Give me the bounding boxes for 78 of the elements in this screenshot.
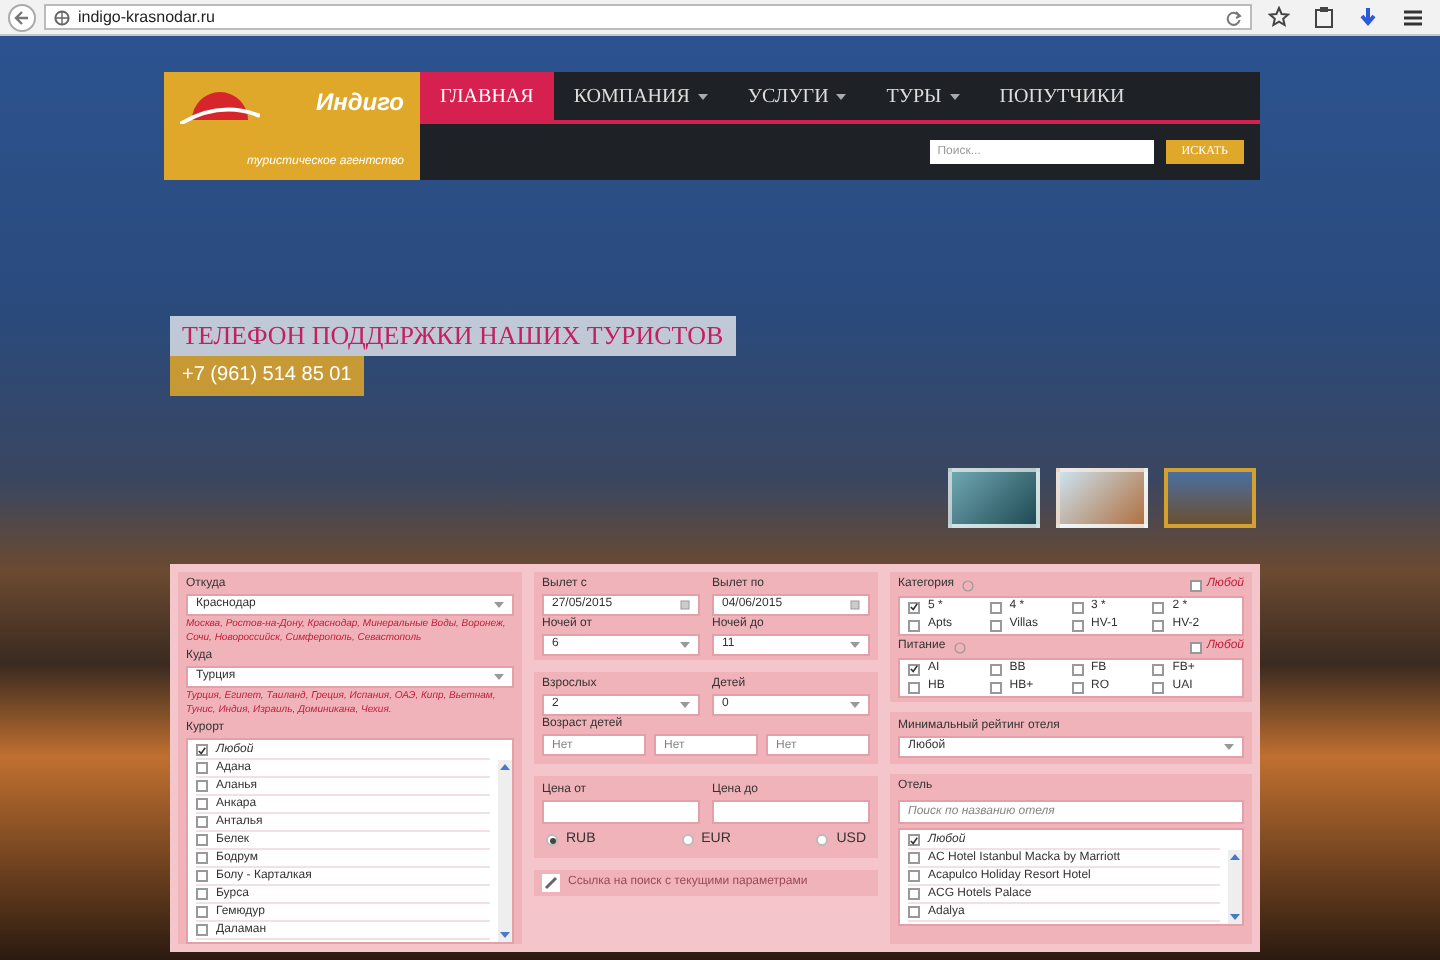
scrollbar[interactable]: [498, 760, 512, 942]
menu-icon: [1402, 7, 1424, 27]
checkbox[interactable]: [908, 619, 920, 631]
checkbox[interactable]: [989, 681, 1002, 693]
checkbox[interactable]: [196, 924, 208, 936]
checkbox[interactable]: [196, 816, 208, 828]
checkbox[interactable]: [196, 888, 208, 900]
price-field[interactable]: [542, 800, 700, 824]
url-text: indigo-krasnodar.ru: [78, 5, 217, 29]
checkbox[interactable]: [196, 870, 208, 882]
checkbox[interactable]: [908, 834, 920, 846]
checkbox[interactable]: [196, 762, 208, 774]
checkbox[interactable]: [908, 888, 920, 900]
checkbox[interactable]: [908, 663, 920, 675]
download-icon: [1358, 6, 1378, 28]
calendar-icon: [850, 600, 860, 610]
scroll-up-icon: [1230, 854, 1240, 860]
scrollbar[interactable]: [1228, 850, 1242, 924]
dropdown-caret-icon: [494, 674, 504, 680]
nav-tab[interactable]: ПОПУТЧИКИ: [979, 72, 1145, 120]
slide-thumbnail[interactable]: [1164, 468, 1256, 528]
nav-tab[interactable]: КОМПАНИЯ: [553, 72, 728, 120]
nav-tab[interactable]: УСЛУГИ: [727, 72, 867, 120]
checkbox[interactable]: [908, 906, 920, 918]
checkmark-icon: [910, 835, 918, 845]
dropdown-caret-icon: [850, 702, 860, 708]
caret-icon: [697, 93, 708, 99]
back-arrow-icon: [14, 9, 30, 25]
checkbox[interactable]: [196, 834, 208, 846]
clipboard-icon: [1314, 6, 1334, 28]
checkbox[interactable]: [1152, 619, 1165, 631]
checkbox[interactable]: [989, 601, 1002, 613]
checkmark-icon: [910, 602, 918, 612]
calendar-icon: [680, 600, 690, 610]
globe-icon: [54, 9, 70, 25]
checkbox[interactable]: [908, 870, 920, 882]
dropdown-caret-icon: [494, 602, 504, 608]
scroll-up-icon: [500, 764, 510, 770]
checkbox[interactable]: [1071, 681, 1083, 693]
scroll-down-icon: [500, 932, 510, 938]
checkbox[interactable]: [1152, 663, 1165, 675]
checkbox[interactable]: [1152, 601, 1165, 613]
checkmark-icon: [910, 664, 918, 674]
checkbox[interactable]: [989, 619, 1002, 631]
checkbox[interactable]: [1190, 579, 1203, 591]
nav-tab[interactable]: ТУРЫ: [866, 72, 980, 120]
caret-icon: [836, 93, 847, 99]
checkbox[interactable]: [908, 681, 920, 693]
dropdown-caret-icon: [680, 702, 690, 708]
scroll-down-icon: [1230, 914, 1240, 920]
support-phone-heading: ТЕЛЕФОН ПОДДЕРЖКИ НАШИХ ТУРИСТОВ: [170, 316, 736, 356]
back-button[interactable]: [8, 3, 36, 31]
checkbox[interactable]: [196, 798, 208, 810]
price-field[interactable]: [712, 800, 870, 824]
checkbox[interactable]: [1152, 681, 1165, 693]
checkbox[interactable]: [196, 744, 208, 756]
dropdown-caret-icon: [1224, 744, 1234, 750]
address-bar[interactable]: indigo-krasnodar.ru: [44, 4, 1252, 30]
checkbox[interactable]: [908, 852, 920, 864]
nav-tab[interactable]: ГЛАВНАЯ: [420, 72, 554, 120]
checkbox[interactable]: [1190, 641, 1203, 653]
dropdown-caret-icon: [850, 642, 860, 648]
checkbox[interactable]: [196, 852, 208, 864]
checkbox[interactable]: [1071, 663, 1083, 675]
checkbox[interactable]: [989, 663, 1002, 675]
caret-icon: [949, 93, 960, 99]
help-icon: [953, 641, 966, 653]
dropdown-caret-icon: [680, 642, 690, 648]
logo-name: Индиго: [315, 86, 404, 120]
checkbox[interactable]: [1071, 619, 1083, 631]
help-icon: [962, 579, 975, 591]
checkbox[interactable]: [196, 780, 208, 792]
checkbox[interactable]: [908, 601, 920, 613]
star-icon: [1268, 6, 1290, 28]
checkmark-icon: [198, 745, 206, 755]
checkbox[interactable]: [1071, 601, 1083, 613]
checkbox[interactable]: [196, 906, 208, 918]
reload-icon: [1226, 9, 1242, 25]
